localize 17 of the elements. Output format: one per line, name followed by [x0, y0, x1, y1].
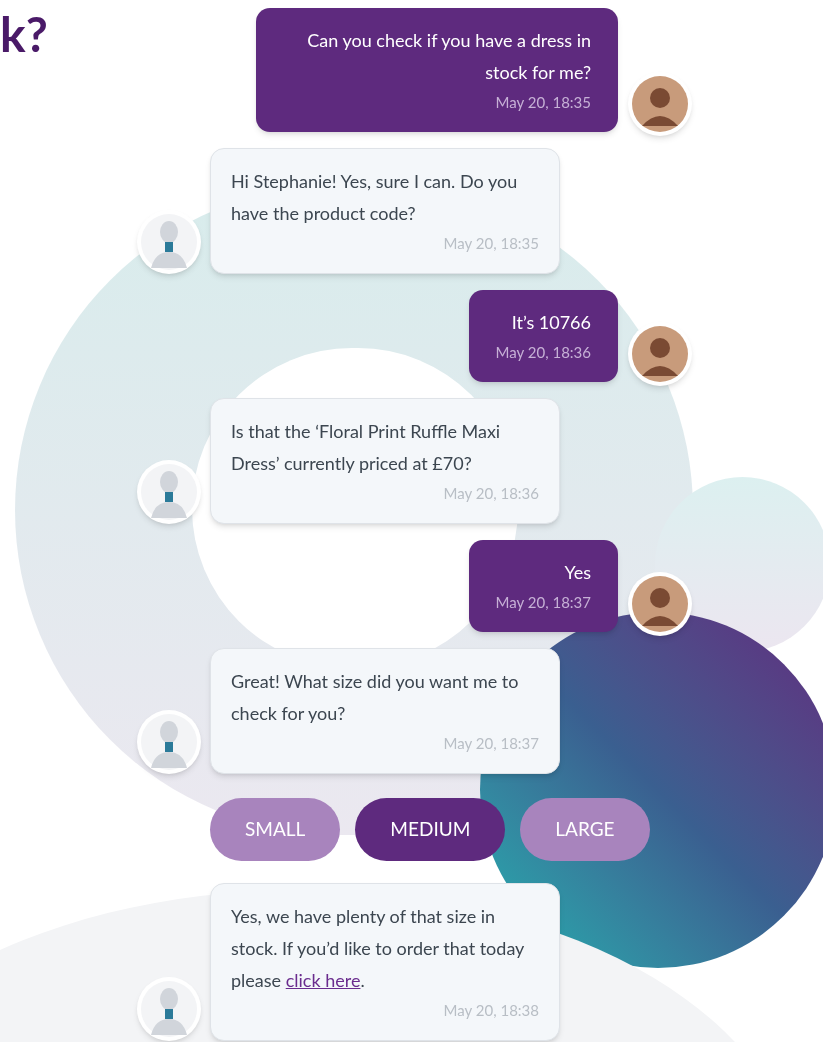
message-text: Is that the ‘Floral Print Ruffle Maxi Dress’ currently priced at £70?: [231, 419, 502, 476]
message-text: Hi Stephanie! Yes, sure I can. Do you have the product code?: [231, 169, 519, 226]
message-time: May 20, 18:35: [495, 92, 591, 113]
page-heading: k?: [0, 4, 48, 64]
message-time: May 20, 18:37: [495, 592, 591, 613]
message-text: Yes, we have plenty of that size in stock. If you’d like to order that today please click here.: [231, 904, 525, 993]
message-time: May 20, 18:36: [495, 342, 591, 363]
size-option-button[interactable]: MEDIUM: [355, 798, 506, 861]
message-text: It’s 10766: [510, 310, 591, 335]
click-here-link[interactable]: click here: [285, 969, 361, 991]
message-time: May 20, 18:36: [443, 483, 539, 504]
message-time: May 20, 18:38: [443, 1000, 539, 1021]
message-text: Can you check if you have a dress in stock for me?: [306, 28, 591, 85]
message-time: May 20, 18:35: [443, 233, 539, 254]
message-text: Yes: [563, 560, 591, 585]
message-text: Great! What size did you want me to check for you?: [231, 669, 520, 726]
message-time: May 20, 18:37: [443, 733, 539, 754]
